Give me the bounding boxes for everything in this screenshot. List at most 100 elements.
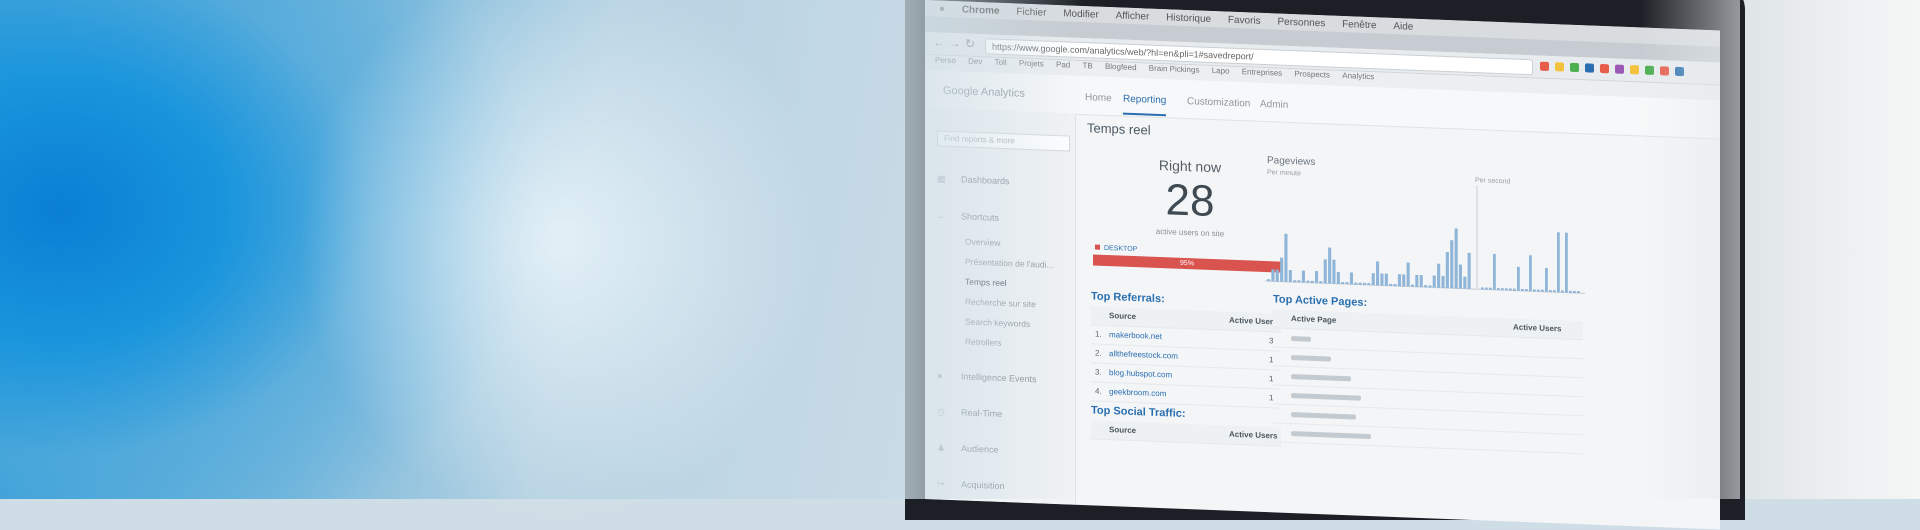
reload-icon[interactable]: ↻ [965,37,975,51]
bookmark-item[interactable]: Dev [968,57,982,67]
tab-admin[interactable]: Admin [1260,99,1288,111]
menu-fichier[interactable]: Fichier [1016,7,1046,19]
chart-bar [1267,279,1271,282]
menu-fenetre[interactable]: Fenêtre [1342,19,1376,31]
menu-aide[interactable]: Aide [1393,21,1413,33]
sidebar-subitem-presentation[interactable]: Présentation de l'audi... [965,257,1054,270]
back-icon[interactable]: ← [933,35,945,49]
extension-icon[interactable] [1540,61,1549,71]
sidebar-item-intelligence-events[interactable]: ● Intelligence Events [937,370,1037,384]
lightbulb-icon: ● [937,370,943,381]
chart-bar [1402,274,1406,287]
menu-modifier[interactable]: Modifier [1063,8,1099,20]
sidebar-item-real-time[interactable]: ◷ Real-Time [937,406,1002,420]
bookmark-item[interactable]: TB [1082,61,1092,70]
per-second-label: Per second [1475,177,1511,186]
ga-logo[interactable]: Google Analytics [943,85,1025,100]
top-social-table: Source Active Users [1091,420,1281,447]
sidebar-subitem-search-keywords[interactable]: Search keywords [965,317,1030,330]
blurred-text [1291,374,1351,382]
chart-bar [1371,273,1375,286]
people-icon: ♟ [937,442,946,453]
tab-customization[interactable]: Customization [1187,96,1250,109]
extension-icon[interactable] [1570,62,1579,73]
report-search-input[interactable]: Find reports & more [937,130,1070,152]
referral-source-link[interactable]: geekbroom.com [1109,387,1166,398]
extension-icon[interactable] [1555,62,1564,72]
extension-icon[interactable] [1630,65,1639,75]
column-header-active-users[interactable]: Active Users [1229,316,1277,327]
chart-bar [1517,266,1520,291]
extension-icon[interactable] [1645,65,1654,76]
apple-icon[interactable]: ● [939,4,945,15]
chart-bar [1437,263,1441,288]
extension-icon[interactable] [1585,63,1594,73]
sidebar-item-shortcuts[interactable]: ← Shortcuts [937,210,999,222]
device-share-bar: 95% [1093,254,1282,273]
chart-bar [1450,240,1454,289]
sidebar-item-label: Dashboards [961,174,1010,187]
extension-icon[interactable] [1600,63,1609,74]
chart-bar [1428,285,1432,288]
background-glow [300,0,820,520]
chart-bar [1533,289,1536,292]
chart-bar [1569,290,1572,293]
sidebar-subitem-temps-reel[interactable]: Temps reel [965,277,1007,289]
sidebar-subitem-recherche[interactable]: Recherche sur site [965,297,1036,310]
chart-bar [1288,269,1292,283]
tab-reporting[interactable]: Reporting [1123,93,1167,117]
bookmark-item[interactable]: Analytics [1342,71,1374,81]
column-header-active-users[interactable]: Active Users [1513,323,1561,334]
chart-bar [1397,274,1401,287]
chart-bar [1306,280,1310,283]
chart-bar [1328,247,1332,284]
menu-chrome[interactable]: Chrome [962,4,1000,16]
column-header-active-page[interactable]: Active Page [1291,314,1336,325]
column-header-source[interactable]: Source [1109,311,1136,321]
bookmark-item[interactable]: Blogfeed [1105,62,1137,72]
chart-bar [1432,275,1436,288]
sidebar-subitem-overview[interactable]: Overview [965,237,1000,248]
chart-bar [1501,288,1504,291]
column-header-active-users[interactable]: Active Users [1229,430,1277,441]
menu-personnes[interactable]: Personnes [1277,17,1325,30]
sidebar-item-dashboards[interactable]: ▦ Dashboards [937,173,1010,187]
chart-bar [1424,285,1428,288]
bookmark-item[interactable]: Entreprises [1242,67,1282,78]
column-header-source[interactable]: Source [1109,425,1136,435]
chart-bar [1301,270,1306,283]
blurred-text [1291,393,1361,401]
forward-icon[interactable]: → [949,36,961,50]
chart-bar [1284,233,1288,282]
chart-bar [1271,269,1275,282]
bookmark-item[interactable]: Brain Pickings [1149,64,1200,75]
menu-favoris[interactable]: Favoris [1228,15,1261,27]
bookmark-item[interactable]: Perso [935,55,956,65]
extension-icon[interactable] [1660,66,1669,76]
bookmark-item[interactable]: Prospects [1294,69,1330,79]
chart-bar [1493,253,1496,290]
menu-historique[interactable]: Historique [1166,12,1211,25]
bookmark-item[interactable]: Toll [995,58,1007,67]
referral-source-link[interactable]: makerbook.net [1109,330,1162,341]
sidebar-item-acquisition[interactable]: ↪ Acquisition [937,478,1005,492]
extension-icon[interactable] [1675,66,1684,77]
ga-main-panel: Temps reel Right now 28 active users on … [1075,114,1720,530]
sidebar-subitem-retrollers[interactable]: Retrollers [965,337,1001,348]
bookmark-item[interactable]: Projets [1019,59,1044,69]
referral-source-link[interactable]: blog.hubspot.com [1109,368,1172,379]
chart-bar [1505,288,1508,291]
top-active-pages-title: Top Active Pages: [1273,293,1368,309]
top-active-pages-table: Active Page Active Users [1273,309,1583,455]
menu-afficher[interactable]: Afficher [1116,10,1150,22]
sidebar-item-audience[interactable]: ♟ Audience [937,442,999,455]
chart-bar [1485,287,1488,290]
extension-icon[interactable] [1615,64,1624,74]
tab-home[interactable]: Home [1085,92,1112,104]
chart-bar [1293,280,1297,283]
top-referrals-table: Source Active Users 1. makerbook.net 3 2… [1091,306,1281,409]
bookmark-item[interactable]: Lapo [1212,66,1230,76]
referral-source-link[interactable]: allthefreestock.com [1109,349,1178,361]
chart-bar [1323,259,1327,284]
bookmark-item[interactable]: Pad [1056,60,1070,70]
